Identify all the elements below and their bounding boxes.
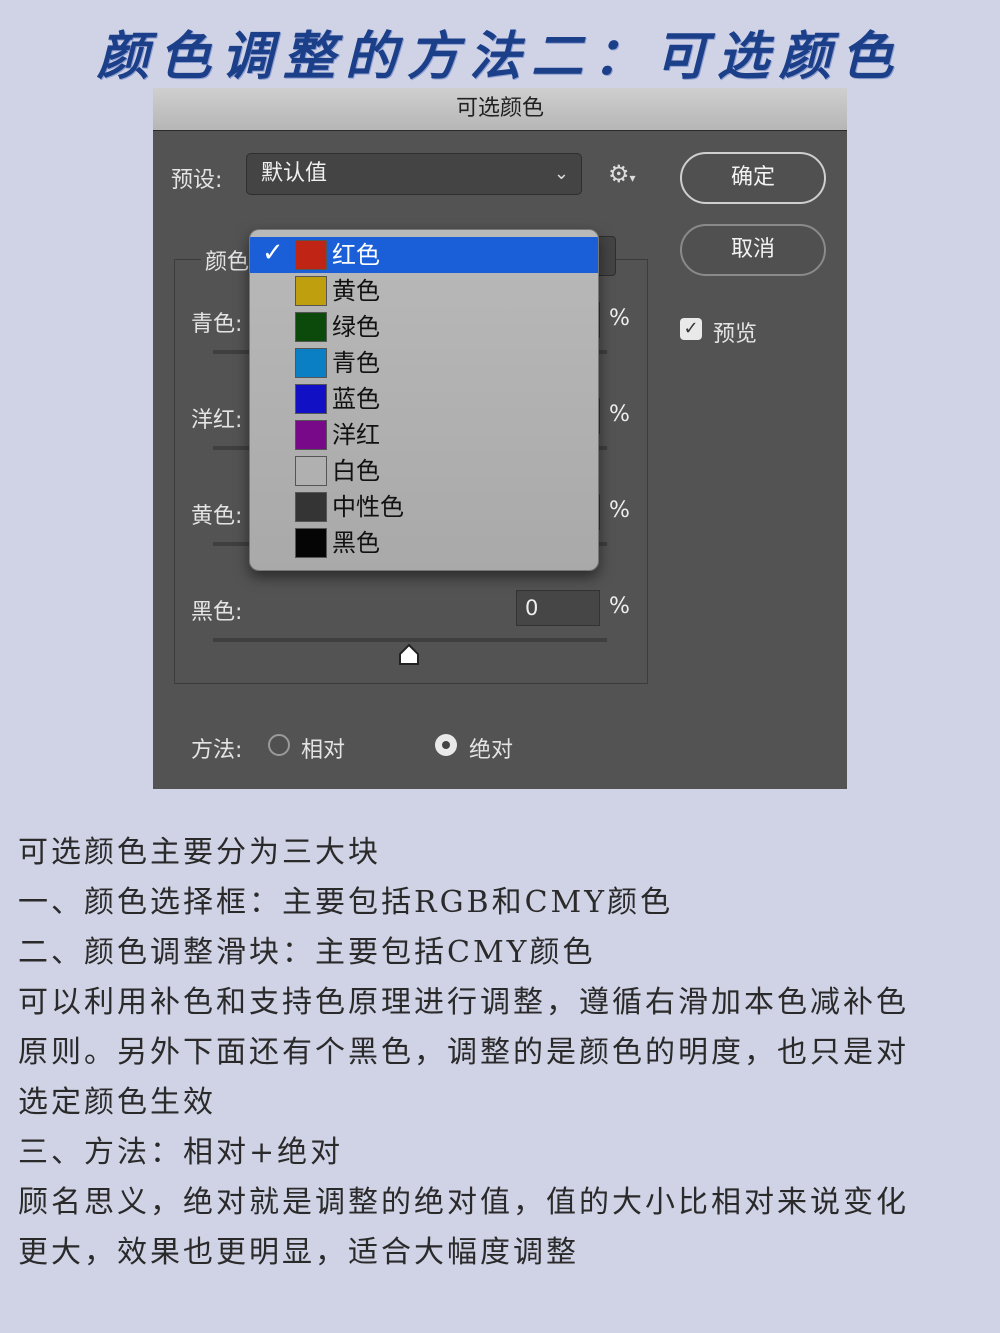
black-unit: % [609,594,630,619]
yellow-label: 黄色: [191,504,243,529]
gear-icon[interactable]: ⚙▾ [608,160,636,188]
menu-item-red[interactable]: ✓ 红色 [250,237,598,273]
note-line: 选定颜色生效 [18,1085,216,1120]
relative-label: 相对 [301,738,346,763]
color-swatch [295,312,327,342]
magenta-unit: % [609,402,630,427]
absolute-label: 绝对 [469,738,514,763]
cyan-label: 青色: [191,312,243,337]
preview-checkbox[interactable]: ✓ [680,318,702,340]
black-slider[interactable] [213,638,607,642]
menu-item-label: 绿色 [332,313,380,341]
color-swatch [295,456,327,486]
color-swatch [295,240,327,270]
menu-item-label: 白色 [332,457,380,485]
color-swatch [295,384,327,414]
note-line: 一、颜色选择框：主要包括RGB和CMY颜色 [18,885,674,920]
color-swatch [295,348,327,378]
preset-label: 预设: [171,168,223,193]
black-label: 黑色: [191,600,243,625]
color-swatch [295,276,327,306]
selective-color-dialog: 可选颜色 预设: 默认值 ⌄ ⚙▾ 确定 取消 ✓ 预览 颜色 ⌄ 青色: % … [153,88,847,789]
method-label: 方法: [191,738,243,763]
menu-item-black[interactable]: 黑色 [250,525,598,561]
note-line: 可以利用补色和支持色原理进行调整，遵循右滑加本色减补色 [18,985,909,1020]
menu-item-label: 红色 [332,241,380,269]
preset-select[interactable]: 默认值 ⌄ [246,153,582,195]
magenta-label: 洋红: [191,408,243,433]
explanation-text: 可选颜色主要分为三大块 一、颜色选择框：主要包括RGB和CMY颜色 二、颜色调整… [18,828,993,1278]
cancel-button[interactable]: 取消 [680,224,826,276]
colors-label: 颜色 [201,244,254,276]
preview-label: 预览 [713,322,758,347]
menu-item-label: 黑色 [332,529,380,557]
black-input[interactable]: 0 [516,590,600,626]
color-swatch [295,420,327,450]
dialog-title: 可选颜色 [153,88,847,131]
note-line: 三、方法：相对+绝对 [18,1135,344,1170]
note-line: 可选颜色主要分为三大块 [18,835,381,870]
menu-item-label: 黄色 [332,277,380,305]
menu-item-white[interactable]: 白色 [250,453,598,489]
menu-item-yellow[interactable]: 黄色 [250,273,598,309]
black-slider-thumb[interactable] [397,643,421,667]
note-line: 更大，效果也更明显，适合大幅度调整 [18,1235,579,1270]
yellow-unit: % [609,498,630,523]
menu-item-label: 青色 [332,349,380,377]
menu-item-magenta[interactable]: 洋红 [250,417,598,453]
preset-value: 默认值 [261,161,328,186]
absolute-radio[interactable] [435,734,457,756]
note-line: 顾名思义，绝对就是调整的绝对值，值的大小比相对来说变化 [18,1185,909,1220]
menu-item-label: 蓝色 [332,385,380,413]
cyan-unit: % [609,306,630,331]
colors-dropdown-menu: ✓ 红色 黄色 绿色 青色 蓝色 洋红 白色 中性色 黑色 [249,229,599,571]
ok-button[interactable]: 确定 [680,152,826,204]
page-title: 颜色调整的方法二：可选颜色 [96,26,903,87]
chevron-down-icon: ⌄ [553,163,569,184]
note-line: 二、颜色调整滑块：主要包括CMY颜色 [18,935,596,970]
menu-item-neutrals[interactable]: 中性色 [250,489,598,525]
menu-item-blue[interactable]: 蓝色 [250,381,598,417]
relative-radio[interactable] [268,734,290,756]
menu-item-cyan[interactable]: 青色 [250,345,598,381]
menu-item-green[interactable]: 绿色 [250,309,598,345]
menu-item-label: 洋红 [332,421,380,449]
menu-item-label: 中性色 [332,493,404,521]
color-swatch [295,492,327,522]
note-line: 原则。另外下面还有个黑色，调整的是颜色的明度，也只是对 [18,1035,909,1070]
checkmark-icon: ✓ [262,238,284,268]
color-swatch [295,528,327,558]
